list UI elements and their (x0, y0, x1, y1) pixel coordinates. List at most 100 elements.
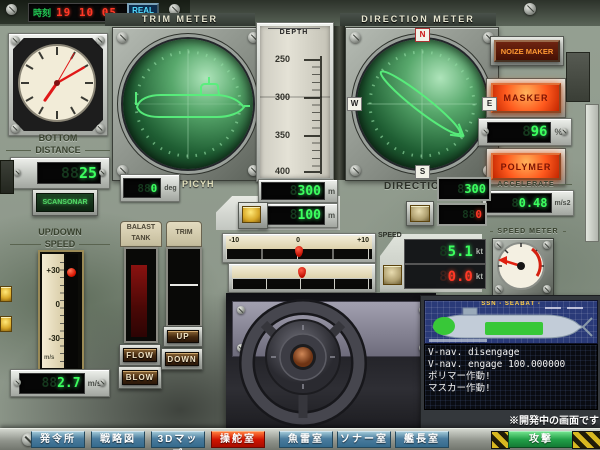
compass-west: W (347, 97, 362, 111)
nav-tab-3d-map[interactable]: 3Dマップ (151, 431, 205, 448)
blow-button[interactable]: BLOW (122, 370, 158, 385)
updown-speed-label-1: UP/DOWN (14, 227, 106, 237)
rudder-slider-lower[interactable] (228, 263, 376, 293)
nav-tab-control-room[interactable]: 発令所 (31, 431, 85, 448)
trim-tank-gauge (166, 247, 202, 327)
trim-meter (112, 27, 264, 181)
analog-clock (13, 38, 101, 129)
nav-tab-torpedo-room[interactable]: 魚雷室 (279, 431, 333, 448)
compass-south: S (415, 165, 430, 179)
updown-speed-label-2: SPEED (10, 239, 110, 249)
depth-tick-label: 250 (266, 54, 290, 64)
nav-tab-sonar-room[interactable]: ソナー室 (337, 431, 391, 448)
nav-tab-captain-room[interactable]: 艦長室 (395, 431, 449, 448)
scansonar-frame: SCANSONAR (32, 189, 98, 216)
edge-module (566, 52, 590, 102)
depth-scale-line (320, 56, 322, 174)
depth-tick-label: 350 (266, 130, 290, 140)
submarine-side-silhouette (136, 77, 250, 117)
bridge-screen: 時刻 19 10 05 REAL (0, 0, 600, 450)
depth-set-button-frame (238, 202, 268, 229)
scansonar-button[interactable]: SCANSONAR (36, 193, 94, 212)
depth-minor-ticks (312, 59, 320, 173)
edge-module (0, 160, 14, 194)
status-console-unit: SSN - SEABAT - V-nav. disengage V-nav. e… (420, 295, 600, 430)
analog-clock-frame (8, 33, 108, 136)
screw (6, 4, 17, 15)
masker-button[interactable]: MASKER (491, 83, 561, 113)
masker-frame: MASKER (486, 78, 566, 118)
depth-target-readout: 8300 m (258, 179, 338, 203)
direction-value-readout: 8300 (437, 177, 491, 201)
accelerate-readout: 80.48 m/s2 (482, 190, 574, 216)
trim-up-frame: UP (163, 326, 203, 347)
rudder-slider-upper[interactable]: -100+10 (222, 233, 376, 263)
console-line: V-nav. disengage (428, 347, 594, 359)
bottom-distance-readout: 8825 (10, 157, 110, 189)
trim-down-frame: DOWN (161, 348, 203, 370)
ballast-tank-tag: BALASTTANK (120, 221, 162, 247)
clock-bezel (13, 38, 103, 131)
noize-maker-button[interactable]: NOIZE MAKER (494, 40, 560, 62)
polymer-button[interactable]: POLYMER (491, 153, 561, 180)
bottom-distance-label-1: BOTTOM (12, 133, 104, 143)
polymer-frame: POLYMER (486, 148, 566, 185)
steering-wheel[interactable] (238, 297, 368, 431)
speed-panel-label: SPEED (378, 232, 402, 239)
console-line: ポリマー作動! (428, 371, 594, 383)
nav-tab-helm-room[interactable]: 操舵室 (211, 431, 265, 448)
depth-gauge-title: DEPTH (268, 28, 320, 36)
edge-knob[interactable] (0, 316, 12, 332)
flow-button-frame: FLOW (119, 344, 161, 366)
trim-meter-crt (123, 39, 253, 169)
trim-tank-tag: TRIM (166, 221, 202, 247)
direction-target-readout: 880 (437, 203, 487, 226)
updown-indicator-track (66, 254, 78, 368)
time-label: 時刻 (33, 6, 51, 19)
speed-meter (492, 238, 554, 296)
direction-meter: N S W E (345, 27, 499, 181)
panel-hinge (334, 26, 345, 180)
trim-up-button[interactable]: UP (167, 330, 199, 343)
ballast-level-fill (131, 265, 147, 337)
noize-maker-frame: NOIZE MAKER (490, 36, 564, 66)
trim-level-line (170, 284, 198, 286)
depth-set-button[interactable] (242, 206, 261, 223)
trim-meter-title: TRIM METER (105, 13, 255, 26)
trim-meter-display (123, 39, 253, 169)
console-line: V-nav. engage 100.000000 (428, 359, 594, 371)
blow-button-frame: BLOW (118, 366, 162, 389)
bottom-distance-label-2: DISTANCE (6, 145, 110, 155)
submarine-status-diagram (427, 306, 595, 343)
updown-indicator-dot (67, 268, 76, 277)
direction-set-button[interactable] (410, 205, 430, 222)
speed-current-readout: 8 5.1 kt (404, 239, 486, 264)
nav-tab-strategy-map[interactable]: 戦略図 (91, 431, 145, 448)
direction-set-frame (406, 201, 434, 226)
depth-gauge: DEPTH 250 300 350 400 (256, 22, 334, 182)
direction-meter-crt (357, 39, 487, 169)
message-console: V-nav. disengage V-nav. engage 100.00000… (424, 344, 598, 410)
masker-level-readout: 896 % (478, 118, 572, 146)
dev-note: ※開発中の画面です (421, 412, 599, 427)
attack-button[interactable]: 攻撃 (508, 431, 574, 448)
trim-down-button[interactable]: DOWN (165, 352, 199, 366)
ballast-tank-gauge (124, 247, 158, 343)
accelerate-label: ACCELERATE (480, 181, 572, 188)
screw (524, 3, 536, 15)
submarine-status-display: SSN - SEABAT - (424, 300, 598, 344)
depth-tick-label: 400 (266, 166, 290, 176)
hazard-stripe (572, 431, 600, 449)
speed-meter-label: SPEED METER (490, 228, 566, 235)
compass-north: N (415, 28, 430, 42)
pitch-label: PICYH (182, 179, 215, 189)
compass-east: E (482, 97, 497, 111)
pitch-readout: 880 deg (120, 174, 180, 202)
direction-meter-title: DIRECTION METER (340, 13, 496, 26)
edge-knob[interactable] (0, 286, 12, 302)
edge-rail (585, 104, 599, 242)
flow-button[interactable]: FLOW (123, 348, 157, 362)
speed-set-button[interactable] (383, 265, 402, 285)
direction-meter-display (357, 39, 487, 169)
updown-speed-gauge: +30 0 -30 m/s (38, 250, 84, 372)
